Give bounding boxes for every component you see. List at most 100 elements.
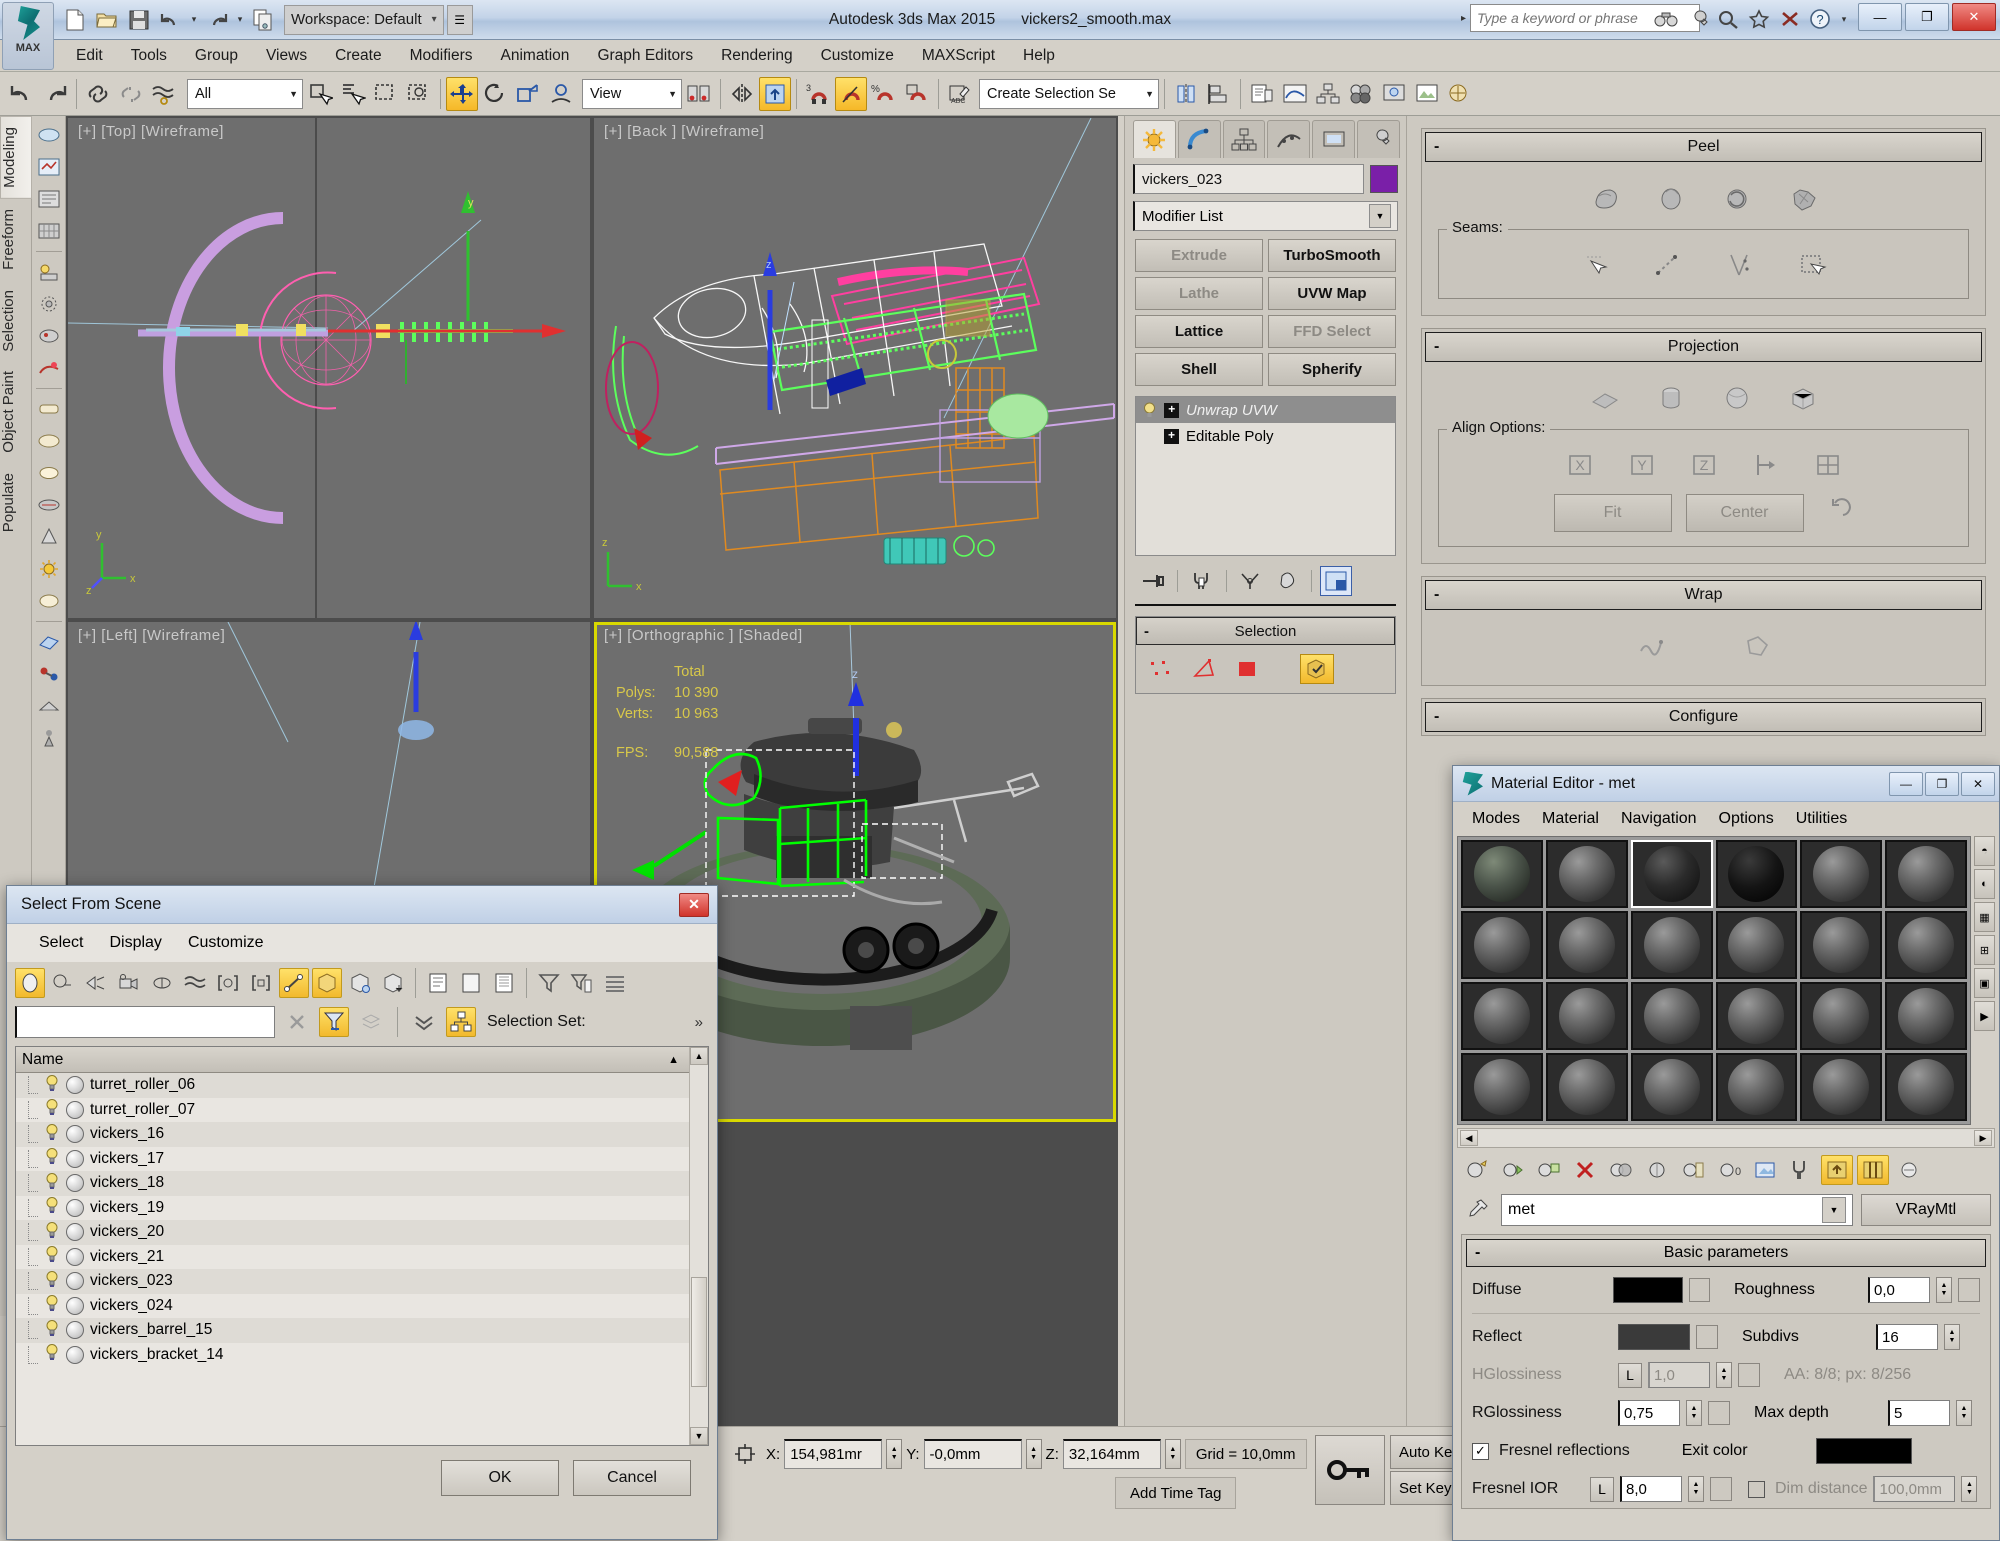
ribbon-tab-selection[interactable]: Selection [0,280,32,362]
subdivs-input[interactable]: 16 [1876,1324,1938,1350]
select-edge-icon[interactable] [34,426,64,456]
dialog-menu-customize[interactable]: Customize [178,931,274,955]
sort-ascending-icon[interactable]: ▲ [668,1054,679,1066]
peel-mode-icon[interactable] [1653,181,1689,215]
rglossiness-map-button[interactable] [1708,1401,1730,1425]
polygon-modeling-icon[interactable] [34,120,64,150]
fresnel-ior-input[interactable]: 8,0 [1620,1476,1682,1502]
help-search-icon[interactable] [1714,5,1742,33]
point-to-point-seam-icon[interactable] [1650,248,1686,282]
collapse-tree-icon[interactable] [409,1007,439,1037]
list-column-header[interactable]: Name ▲ [16,1047,689,1073]
dim-distance-spinner[interactable]: ▲ ▼ [1961,1476,1978,1502]
object-type-icon[interactable] [66,1345,84,1364]
put-to-library-icon[interactable] [1677,1155,1709,1185]
make-unique-material-icon[interactable] [1641,1155,1673,1185]
list-item[interactable]: turret_roller_07 [16,1097,689,1122]
undo-toolbar-icon[interactable] [6,77,38,111]
go-forward-to-sibling-icon[interactable] [1857,1155,1889,1185]
show-end-result-icon[interactable] [1186,566,1218,596]
dialog-close-button[interactable]: ✕ [679,892,709,917]
edit-icon[interactable] [34,184,64,214]
material-slot[interactable] [1545,911,1628,979]
grid-icon[interactable] [34,216,64,246]
tab-hierarchy[interactable] [1222,120,1266,158]
planar-map-icon[interactable] [1587,381,1623,415]
lightbulb-icon[interactable] [1142,402,1157,418]
fresnel-ior-lock-button[interactable]: L [1590,1476,1614,1502]
hglossiness-map-button[interactable] [1738,1363,1760,1387]
object-color-swatch[interactable] [1370,165,1398,193]
me-close-button[interactable]: ✕ [1961,771,1995,796]
modifier-button-shell[interactable]: Shell [1135,353,1263,386]
filter-funnel-icon[interactable] [534,968,564,998]
window-crossing-icon[interactable] [403,77,435,111]
roughness-input[interactable]: 0,0 [1867,1277,1930,1303]
scene-objects-list[interactable]: Name ▲ turret_roller_06 turret_roller_07 v… [15,1046,709,1446]
render-setup-icon[interactable] [1378,77,1410,111]
scroll-left-icon[interactable]: ◀ [1460,1130,1478,1146]
material-slot[interactable] [1800,982,1883,1050]
me-menu-options[interactable]: Options [1710,808,1783,830]
list-item[interactable]: vickers_barrel_15 [16,1318,689,1343]
workspace-menu-icon[interactable]: ☰ [446,4,473,35]
me-minimize-button[interactable]: — [1889,771,1923,796]
save-file-icon[interactable] [124,5,154,35]
dialog-menu-display[interactable]: Display [99,931,171,955]
hglossiness-lock-button[interactable]: L [1618,1362,1642,1388]
stitch-icon[interactable] [1633,629,1669,663]
wrap-rollout-header[interactable]: - Wrap [1425,580,1982,610]
material-type-button[interactable]: VRayMtl [1861,1194,1991,1226]
select-and-link-icon[interactable] [82,77,114,111]
reflect-color-swatch[interactable] [1618,1324,1690,1350]
expand-icon[interactable]: + [1164,402,1179,418]
ribbon-tab-modeling[interactable]: Modeling [0,116,32,199]
best-align-icon[interactable] [1810,448,1846,482]
help-dropdown-icon[interactable]: ▾ [1838,5,1850,33]
polygon-subobject-icon[interactable] [1230,654,1264,684]
object-type-icon[interactable] [66,1076,84,1095]
spherical-map-icon[interactable] [1719,381,1755,415]
select-by-name-icon[interactable] [337,77,369,111]
render-production-icon[interactable] [1444,77,1476,111]
select-and-scale-icon[interactable] [512,77,544,111]
tab-modify[interactable] [1177,120,1221,158]
y-spinner[interactable]: ▲ ▼ [1025,1439,1042,1469]
tab-display[interactable] [1312,120,1356,158]
modifier-stack-item-editable-poly[interactable]: + Editable Poly [1136,423,1395,449]
material-slot[interactable] [1885,911,1967,979]
subdivs-spinner[interactable]: ▲ ▼ [1944,1324,1960,1350]
lightbulb-icon[interactable] [44,1098,60,1121]
material-map-navigator-icon[interactable] [1893,1155,1925,1185]
clear-search-icon[interactable] [282,1007,312,1037]
cone-object-icon[interactable] [34,522,64,552]
me-menu-navigation[interactable]: Navigation [1612,808,1706,830]
scroll-right-icon[interactable]: ▶ [1974,1130,1992,1146]
selection-filter-combo[interactable]: All ▼ [187,78,303,109]
collapse-icon[interactable]: - [1434,138,1439,156]
show-map-in-viewport-icon[interactable] [1749,1155,1781,1185]
list-view-detail-icon[interactable] [423,968,453,998]
maxdepth-input[interactable]: 5 [1888,1400,1950,1426]
material-slot[interactable] [1715,840,1798,908]
lightbulb-icon[interactable] [44,1319,60,1342]
absolute-mode-toggle-icon[interactable] [728,1439,762,1469]
close-button[interactable]: ✕ [1952,3,1996,31]
modifier-button-lattice[interactable]: Lattice [1135,315,1263,348]
z-coordinate-input[interactable]: 32,164mm [1062,1439,1161,1469]
put-material-to-scene-icon[interactable] [1497,1155,1529,1185]
expand-polygon-selection-icon[interactable] [1794,248,1830,282]
bind-to-spacewarp-icon[interactable] [148,77,180,111]
close-tab-icon[interactable] [1776,5,1804,33]
modifier-button-ffd-select[interactable]: FFD Select [1268,315,1396,348]
layer-filter-icon[interactable] [356,1007,386,1037]
redo-dropdown-icon[interactable]: ▾ [234,6,246,34]
select-polygon-icon[interactable] [34,458,64,488]
material-slot[interactable] [1630,911,1713,979]
mirror-icon[interactable] [726,77,758,111]
object-type-icon[interactable] [66,1296,84,1315]
select-element-icon[interactable] [34,490,64,520]
rendered-frame-window-icon[interactable] [1411,77,1443,111]
undo-icon[interactable] [156,5,186,35]
go-to-parent-icon[interactable] [1821,1155,1853,1185]
